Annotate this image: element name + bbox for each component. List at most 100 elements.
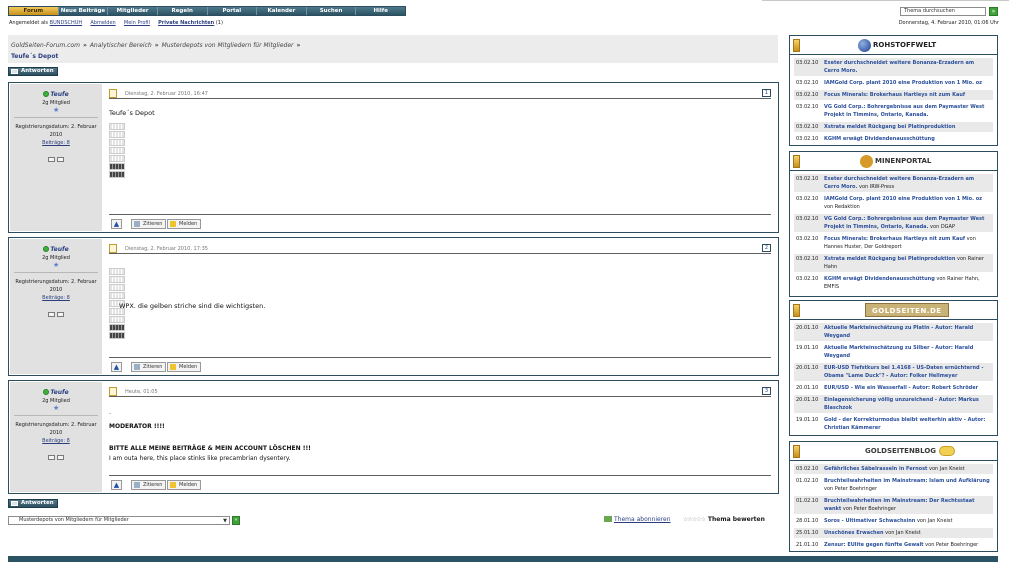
post-icon: [109, 387, 117, 396]
nav-members[interactable]: Mitglieder: [108, 7, 158, 15]
post-date: Heute, 01:05: [125, 389, 158, 395]
logout-link[interactable]: Abmelden: [90, 20, 115, 26]
news-link[interactable]: Unschönes Erwachen: [824, 530, 884, 536]
author-posts-link[interactable]: Beiträge: 8: [42, 438, 70, 444]
author-posts-link[interactable]: Beiträge: 8: [42, 295, 70, 301]
news-link[interactable]: Exeter durchschneidet weitere Bonanza-Er…: [824, 176, 974, 190]
post-footer: ▲ Zitieren Melden: [109, 357, 771, 375]
attachment-thumbnail[interactable]: [109, 147, 125, 154]
news-link[interactable]: Gold - der Korrekturmodus bleibt weiterh…: [824, 417, 985, 431]
news-date: 03.02.10: [796, 124, 819, 130]
rohstoffwelt-logo[interactable]: ROHSTOFFWELT: [858, 38, 936, 52]
attachment-thumbnail[interactable]: [109, 268, 125, 275]
search-go-button[interactable]: »: [989, 7, 998, 16]
author-name[interactable]: Teufe: [10, 246, 102, 253]
news-link[interactable]: KGHM erwägt Dividendenausschüttung: [824, 276, 935, 282]
news-link[interactable]: Gefährliches Säbelrasseln in Fernost: [824, 466, 927, 472]
attachment-thumbnail[interactable]: [109, 139, 125, 146]
nav-help[interactable]: Hilfe: [356, 7, 405, 15]
post-number-link[interactable]: 1: [762, 89, 771, 97]
attachment-thumbnail[interactable]: [109, 123, 125, 130]
scroll-top-icon[interactable]: ▲: [111, 219, 122, 229]
news-date: 03.02.10: [796, 196, 819, 202]
news-item: 20.01.10 EUR-USD Tiefstkurs bei 1.4168 - …: [794, 363, 993, 381]
author-posts-link[interactable]: Beiträge: 8: [42, 140, 70, 146]
attachment-thumbnail[interactable]: [109, 316, 125, 323]
nav-forum[interactable]: Forum: [9, 7, 59, 15]
breadcrumb-box: GoldSeiten-Forum.com» Analytischer Bereic…: [8, 35, 778, 63]
thread-search-input[interactable]: Thema durchsuchen: [900, 7, 986, 16]
news-link[interactable]: EUR/USD - Wie ein Wasserfall - Autor: Ro…: [824, 385, 978, 391]
breadcrumb-forum[interactable]: GoldSeiten-Forum.com: [11, 42, 80, 49]
scroll-top-icon[interactable]: ▲: [111, 480, 122, 490]
news-link[interactable]: Exeter durchschneidet weitere Bonanza-Er…: [824, 60, 974, 74]
attachment-thumbnail[interactable]: [109, 171, 125, 178]
report-button[interactable]: Melden: [167, 362, 202, 372]
post-number-link[interactable]: 2: [762, 244, 771, 252]
email-icon[interactable]: [57, 455, 64, 460]
goldseitenblog-logo[interactable]: GOLDSEITENBLOG: [865, 444, 956, 458]
attachment-thumbnail[interactable]: [109, 155, 125, 162]
news-link[interactable]: Xstrata meldet Rückgang bei Platinproduk…: [824, 256, 955, 262]
news-link[interactable]: IAMGold Corp. plant 2010 eine Produktion…: [824, 80, 982, 86]
author-name[interactable]: Teufe: [10, 91, 102, 98]
thread-title[interactable]: Teufe´s Depot: [11, 53, 58, 60]
username-link[interactable]: BUNDSCHUH: [50, 20, 83, 26]
attachment-thumbnail[interactable]: [109, 324, 125, 331]
nav-portal[interactable]: Portal: [207, 7, 258, 15]
news-link[interactable]: Bruchteilwahrheiten im Mainstream: Islam…: [824, 478, 990, 484]
news-link[interactable]: EUR-USD Tiefstkurs bei 1.4168 - US-Daten…: [824, 365, 983, 379]
news-text: Exeter durchschneidet weitere Bonanza-Er…: [824, 59, 991, 75]
quote-button[interactable]: Zitieren: [131, 480, 167, 490]
quote-button[interactable]: Zitieren: [131, 362, 167, 372]
news-link[interactable]: Focus Minerals: Brokerhaus Hartleys nit …: [824, 236, 965, 242]
private-messages-link[interactable]: Private Nachrichten: [158, 20, 214, 26]
news-link[interactable]: VG Gold Corp.: Bohrergebnisse aus dem Pa…: [824, 216, 984, 230]
pm-icon[interactable]: [48, 312, 55, 317]
breadcrumb-musterdepots[interactable]: Musterdepots von Mitgliedern für Mitglie…: [162, 42, 294, 49]
news-link[interactable]: VG Gold Corp.: Bohrergebnisse aus dem Pa…: [824, 104, 984, 118]
attachment-thumbnail[interactable]: [109, 276, 125, 283]
breadcrumb-analytical[interactable]: Analytischer Bereich: [90, 42, 152, 49]
nav-rules[interactable]: Regeln: [157, 7, 208, 15]
nav-calendar[interactable]: Kalender: [257, 7, 307, 15]
post-number-link[interactable]: 3: [762, 387, 771, 395]
pm-icon[interactable]: [48, 455, 55, 460]
nav-search[interactable]: Suchen: [306, 7, 357, 15]
forum-jump-go-button[interactable]: »: [232, 516, 240, 525]
reply-button-bottom[interactable]: Antworten: [8, 499, 58, 508]
email-icon[interactable]: [57, 157, 64, 162]
profile-link[interactable]: Mein Profil: [124, 20, 150, 26]
subscribe-thread-link[interactable]: Thema abonnieren: [604, 516, 671, 523]
reply-button-top[interactable]: Antworten: [8, 67, 58, 76]
quote-icon: [134, 364, 140, 370]
forum-jump-select[interactable]: Musterdepots von Mitgliedern für Mitglie…: [8, 516, 230, 525]
news-date: 21.01.10: [796, 542, 819, 548]
attachment-thumbnail[interactable]: [109, 163, 125, 170]
minenportal-logo[interactable]: MINENPORTAL: [860, 154, 931, 168]
rating-stars-icon[interactable]: ☆☆☆☆☆: [683, 516, 706, 523]
quote-button[interactable]: Zitieren: [131, 219, 167, 229]
scroll-top-icon[interactable]: ▲: [111, 362, 122, 372]
news-link[interactable]: IAMGold Corp. plant 2010 eine Produktion…: [824, 196, 982, 202]
goldseiten-logo[interactable]: GOLDSEITEN.DE: [865, 303, 949, 317]
news-link[interactable]: Xstrata meldet Rückgang bei Platinproduk…: [824, 124, 955, 130]
news-link[interactable]: Einlagensicherung völlig unzureichend - …: [824, 397, 979, 411]
attachment-thumbnail[interactable]: [109, 292, 125, 299]
news-link[interactable]: Soros - Ultimativer Schwachsinn: [824, 518, 915, 524]
attachment-thumbnail[interactable]: [109, 332, 125, 339]
news-link[interactable]: Focus Minerals: Brokerhaus Hartleys nit …: [824, 92, 965, 98]
report-button[interactable]: Melden: [167, 480, 202, 490]
attachment-thumbnail[interactable]: [109, 284, 125, 291]
author-name[interactable]: Teufe: [10, 389, 102, 396]
news-link[interactable]: Zensur: EUlite gegen fünfte Gewalt: [824, 542, 924, 548]
news-link[interactable]: KGHM erwägt Dividendenausschüttung: [824, 136, 935, 142]
attachment-thumbnail[interactable]: [109, 131, 125, 138]
report-button[interactable]: Melden: [167, 219, 202, 229]
email-icon[interactable]: [57, 312, 64, 317]
pm-icon[interactable]: [48, 157, 55, 162]
news-link[interactable]: Aktuelle Markteinschätzung zu Silber - A…: [824, 345, 973, 359]
rate-thread[interactable]: ☆☆☆☆☆ Thema bewerten: [683, 516, 765, 523]
nav-new-posts[interactable]: Neue Beiträge: [58, 7, 109, 15]
news-link[interactable]: Aktuelle Markteinschätzung zu Platin - A…: [824, 325, 973, 339]
